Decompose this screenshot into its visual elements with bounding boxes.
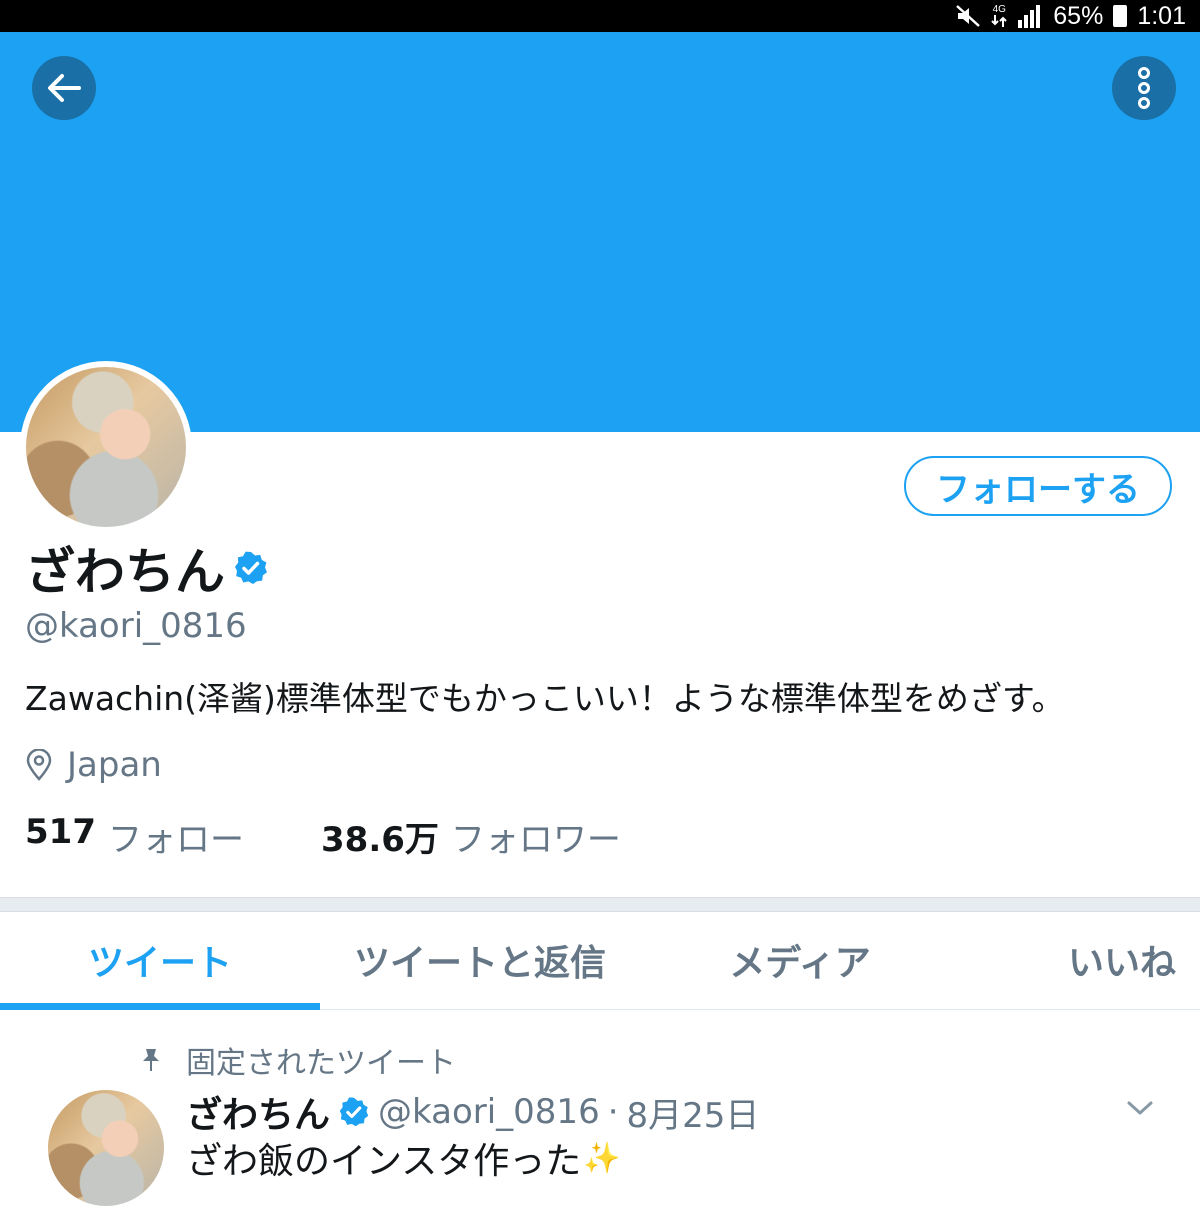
followers-stat[interactable]: 38.6万 フォロワー — [321, 812, 621, 861]
network-type-icon: 4G — [991, 5, 1007, 27]
tweet-avatar-image — [48, 1090, 164, 1206]
pin-icon — [140, 1047, 162, 1073]
profile-location: Japan — [25, 745, 162, 785]
active-tab-indicator — [0, 1003, 320, 1010]
more-vertical-icon — [1136, 66, 1152, 110]
tweet-text: ざわ飯のインスタ作った ✨ — [186, 1132, 621, 1184]
battery-percent: 65% — [1053, 1, 1104, 30]
tab-media[interactable]: メディア — [640, 912, 960, 1008]
signal-icon — [1017, 4, 1043, 28]
profile-name-row: ざわちん — [25, 532, 269, 604]
verified-badge-icon — [233, 550, 269, 586]
back-button[interactable] — [32, 56, 96, 120]
battery-icon — [1113, 5, 1128, 27]
following-label: フォロー — [107, 820, 244, 860]
section-divider — [0, 897, 1200, 912]
tweet-date[interactable]: 8月25日 — [627, 1088, 760, 1137]
sparkles-emoji: ✨ — [583, 1140, 621, 1176]
pinned-tweet-text: 固定されたツイート — [186, 1046, 456, 1081]
profile-avatar[interactable] — [20, 361, 192, 533]
verified-badge-icon — [338, 1096, 370, 1128]
location-pin-icon — [25, 749, 53, 781]
chevron-down-icon — [1127, 1100, 1153, 1116]
status-bar-right: 4G 65% 1:01 — [955, 0, 1186, 32]
status-bar: 4G 65% 1:01 — [0, 0, 1200, 32]
avatar-image — [26, 367, 186, 527]
profile-banner — [0, 32, 1200, 432]
following-stat[interactable]: 517 フォロー — [25, 812, 321, 861]
mute-icon — [955, 4, 981, 28]
tweet-author-handle[interactable]: @kaori_0816 — [378, 1092, 600, 1132]
profile-bio: Zawachin(泽酱)標準体型でもかっこいい！ような標準体型をめざす。 — [25, 679, 1065, 718]
arrow-left-icon — [47, 73, 81, 103]
tweet-avatar[interactable] — [48, 1090, 164, 1206]
following-count: 517 — [25, 812, 96, 852]
tweet-author-name[interactable]: ざわちん — [186, 1086, 330, 1138]
tab-tweets[interactable]: ツイート — [0, 912, 320, 1008]
display-name: ざわちん — [25, 543, 225, 601]
profile-stats: 517 フォロー 38.6万 フォロワー — [25, 812, 621, 861]
tweet-header: ざわちん @kaori_0816 · 8月25日 — [186, 1086, 759, 1138]
network-type-label: 4G — [992, 4, 1006, 15]
profile-tabs: ツイート ツイートと返信 メディア いいね — [0, 912, 1200, 1010]
location-text: Japan — [67, 745, 162, 785]
more-options-button[interactable] — [1112, 56, 1176, 120]
tweet-options-chevron[interactable] — [1124, 1092, 1156, 1124]
tweet-meta-separator: · — [607, 1092, 619, 1132]
follow-button[interactable]: フォローする — [904, 456, 1172, 516]
clock: 1:01 — [1137, 1, 1186, 30]
pinned-tweet-label: 固定されたツイート — [140, 1038, 456, 1082]
followers-count: 38.6万 — [321, 820, 439, 860]
tab-likes[interactable]: いいね — [1000, 912, 1200, 1008]
tweet-body: ざわ飯のインスタ作った — [186, 1141, 582, 1182]
profile-handle: @kaori_0816 — [25, 606, 247, 646]
tab-tweets-and-replies[interactable]: ツイートと返信 — [320, 912, 640, 1008]
followers-label: フォロワー — [450, 820, 621, 860]
